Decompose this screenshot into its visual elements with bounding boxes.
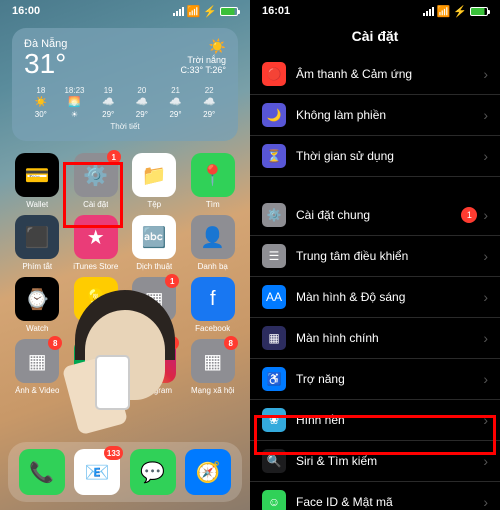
hour-item: 21☁️29° [159, 86, 193, 119]
temperature: 31° [24, 50, 67, 78]
app-nhvideo[interactable]: ▦8Ảnh & Video [10, 339, 65, 395]
time: 16:01 [262, 5, 290, 17]
app-facebook[interactable]: fFacebook [186, 277, 241, 333]
setting-row[interactable]: ♿Trợ năng› [250, 359, 500, 400]
app-phmtt[interactable]: ⬛Phím tắt [10, 215, 65, 271]
setting-row[interactable]: AAMàn hình & Độ sáng› [250, 277, 500, 318]
page-title: Cài đặt [250, 22, 500, 50]
hourly-forecast: 18☀️30°18:23🌅☀19☁️29°20☁️29°21☁️29°22☁️2… [24, 86, 226, 119]
dock-app[interactable]: 🧭 [185, 449, 231, 495]
setting-row[interactable]: ⏳Thời gian sử dụng› [250, 136, 500, 177]
setting-row[interactable]: ☺Face ID & Mật mã› [250, 482, 500, 510]
status-icons: 📶 ⚡ [173, 5, 238, 18]
app-grid: 💳Wallet⚙️1Cài đặt📁Tệp📍Tìm⬛Phím tắt★iTune… [0, 147, 250, 401]
hour-item: 20☁️29° [125, 86, 159, 119]
app-tm[interactable]: 📍Tìm [186, 153, 241, 209]
settings-screen: 16:01 📶 ⚡ Cài đặt 🔴Âm thanh & Cảm ứng›🌙K… [250, 0, 500, 510]
app-wallet[interactable]: 💳Wallet [10, 153, 65, 209]
app-vpbanknec[interactable]: V3VPBank NEC [69, 339, 124, 395]
status-bar: 16:00 📶 ⚡ [0, 0, 250, 22]
app-mo[interactable]: 💡Mẹo [69, 277, 124, 333]
temp-range: C:33° T:26° [180, 65, 226, 75]
weather-widget[interactable]: Đà Nẵng 31° ☀️ Trời nắng C:33° T:26° 18☀… [12, 28, 238, 141]
dock: 📞📧133💬🧭 [8, 442, 242, 502]
highlight-settings [63, 162, 123, 228]
dock-app[interactable]: 📧133 [74, 449, 120, 495]
setting-row[interactable]: 🌙Không làm phiền› [250, 95, 500, 136]
sun-icon: ☀️ [180, 38, 226, 55]
dock-app[interactable]: 📞 [19, 449, 65, 495]
app-mngxhi[interactable]: ▦8Mạng xã hội [186, 339, 241, 395]
condition: Trời nắng [180, 55, 226, 65]
setting-row[interactable]: ☰Trung tâm điều khiển› [250, 236, 500, 277]
hour-item: 18:23🌅☀ [58, 86, 92, 119]
app-tp[interactable]: 📁Tệp [127, 153, 182, 209]
hour-item: 18☀️30° [24, 86, 58, 119]
setting-row[interactable]: 🔴Âm thanh & Cảm ứng› [250, 54, 500, 95]
status-bar: 16:01 📶 ⚡ [250, 0, 500, 22]
app-danhb[interactable]: 👤Danh bạ [186, 215, 241, 271]
dock-app[interactable]: 💬 [130, 449, 176, 495]
home-screen: 16:00 📶 ⚡ Đà Nẵng 31° ☀️ Trời nắng C:33°… [0, 0, 250, 510]
app-instagram[interactable]: 📷5Instagram [127, 339, 182, 395]
widget-label: Thời tiết [24, 122, 226, 131]
status-icons: 📶 ⚡ [423, 5, 488, 18]
hour-item: 22☁️29° [192, 86, 226, 119]
time: 16:00 [12, 5, 40, 17]
highlight-faceid [254, 415, 496, 455]
app-watch[interactable]: ⌚Watch [10, 277, 65, 333]
hour-item: 19☁️29° [91, 86, 125, 119]
app-dchthut[interactable]: 🔤Dịch thuật [127, 215, 182, 271]
setting-row[interactable]: ⚙️Cài đặt chung1› [250, 195, 500, 236]
setting-row[interactable]: ▦Màn hình chính› [250, 318, 500, 359]
app-tin[interactable]: ▦1Tiện... [127, 277, 182, 333]
